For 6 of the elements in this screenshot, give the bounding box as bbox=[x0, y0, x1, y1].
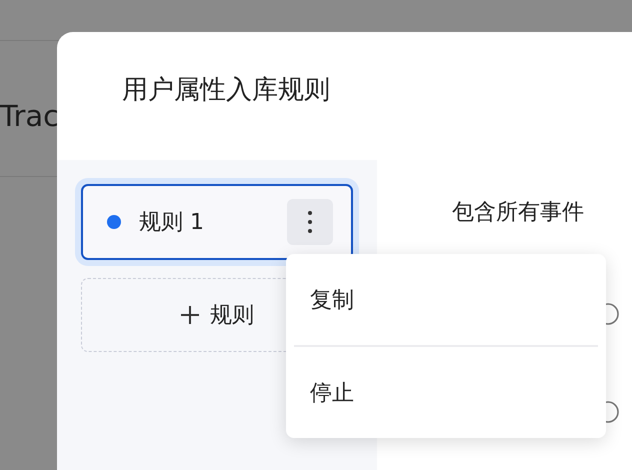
more-icon bbox=[308, 211, 312, 233]
dialog-title: 用户属性入库规则 bbox=[122, 74, 331, 107]
content-label: 包含所有事件 bbox=[452, 199, 585, 227]
page-heading: Trac bbox=[0, 98, 56, 135]
plus-icon bbox=[180, 305, 200, 325]
rule-name: 规则 1 bbox=[139, 209, 205, 237]
